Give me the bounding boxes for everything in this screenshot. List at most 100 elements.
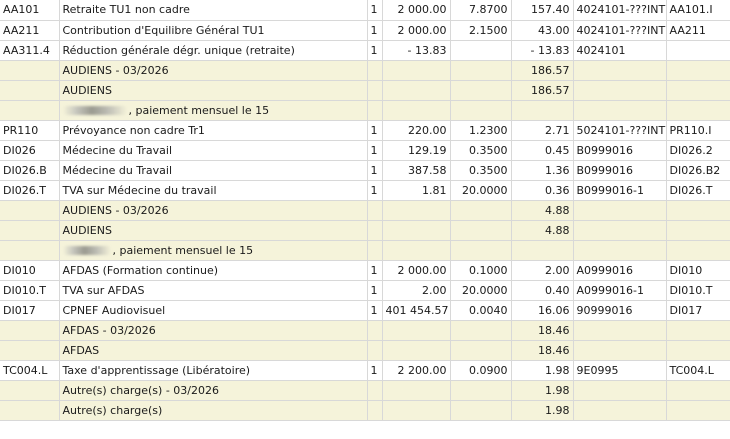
qty-cell: 1 xyxy=(367,280,383,301)
account-cell: 4024101-???INT xyxy=(573,0,667,21)
code-cell: DI026 xyxy=(0,140,60,161)
account-cell: B0999016 xyxy=(573,160,667,181)
ref-cell: DI010.T xyxy=(666,280,730,301)
qty-cell xyxy=(367,380,383,401)
label-cell: Prévoyance non cadre Tr1 xyxy=(59,120,368,141)
label-cell: Médecine du Travail xyxy=(59,140,368,161)
ref-cell xyxy=(666,380,730,401)
qty-cell: 1 xyxy=(367,180,383,201)
empty-cell xyxy=(573,100,667,121)
redacted-name xyxy=(62,246,111,255)
label-cell: CPNEF Audiovisuel xyxy=(59,300,368,321)
account-cell: 4024101 xyxy=(573,40,667,61)
charge-row[interactable]: AA101 Retraite TU1 non cadre 1 2 000.00 7.87… xyxy=(0,0,730,21)
account-cell: 9E0995 xyxy=(573,360,667,381)
charge-row[interactable]: TC004.L Taxe d'apprentissage (Libératoire… xyxy=(0,360,730,381)
ref-cell: DI017 xyxy=(666,300,730,321)
qty-cell xyxy=(367,200,383,221)
ref-cell: TC004.L xyxy=(666,360,730,381)
code-cell xyxy=(0,380,60,401)
amount-cell: 1.98 xyxy=(511,400,574,421)
charge-row[interactable]: DI017 CPNEF Audiovisuel 1 401 454.57 0.0040 1… xyxy=(0,300,730,321)
ref-cell xyxy=(666,200,730,221)
base-cell: 387.58 xyxy=(382,160,451,181)
amount-cell: 157.40 xyxy=(511,0,574,21)
qty-cell xyxy=(367,400,383,421)
amount-cell: 0.36 xyxy=(511,180,574,201)
rate-cell: 7.8700 xyxy=(450,0,512,21)
ref-cell: PR110.I xyxy=(666,120,730,141)
subtotal-row[interactable]: AUDIENS - 03/2026 4.88 xyxy=(0,200,730,221)
rate-cell xyxy=(450,340,512,361)
label-cell: AFDAS (Formation continue) xyxy=(59,260,368,281)
base-cell xyxy=(382,400,451,421)
empty-cell xyxy=(666,100,730,121)
rate-cell xyxy=(450,60,512,81)
qty-cell: 1 xyxy=(367,160,383,181)
ref-cell xyxy=(666,400,730,421)
empty-cell xyxy=(367,240,383,261)
code-cell xyxy=(0,60,60,81)
label-cell: TVA sur Médecine du travail xyxy=(59,180,368,201)
code-cell: TC004.L xyxy=(0,360,60,381)
qty-cell: 1 xyxy=(367,40,383,61)
account-cell xyxy=(573,400,667,421)
base-cell: 2 000.00 xyxy=(382,0,451,21)
account-cell: 5024101-???INT xyxy=(573,120,667,141)
empty-cell xyxy=(511,100,574,121)
account-cell xyxy=(573,220,667,241)
charges-table: AA101 Retraite TU1 non cadre 1 2 000.00 7.87… xyxy=(0,0,730,421)
ref-cell: AA101.I xyxy=(666,0,730,21)
rate-cell: 0.1000 xyxy=(450,260,512,281)
charge-row[interactable]: PR110 Prévoyance non cadre Tr1 1 220.00 1.23… xyxy=(0,120,730,141)
charge-row[interactable]: AA211 Contribution d'Equilibre Général TU… xyxy=(0,20,730,41)
subtotal-row[interactable]: AFDAS 18.46 xyxy=(0,340,730,361)
base-cell: 220.00 xyxy=(382,120,451,141)
rate-cell xyxy=(450,400,512,421)
payment-note-row[interactable]: , paiement mensuel le 15 xyxy=(0,100,730,121)
subtotal-row[interactable]: AUDIENS 4.88 xyxy=(0,220,730,241)
code-cell xyxy=(0,220,60,241)
base-cell xyxy=(382,320,451,341)
code-cell: DI026.B xyxy=(0,160,60,181)
empty-cell xyxy=(511,240,574,261)
base-cell: 2.00 xyxy=(382,280,451,301)
account-cell xyxy=(573,80,667,101)
charge-row[interactable]: AA311.4 Réduction générale dégr. unique (… xyxy=(0,40,730,61)
ref-cell xyxy=(666,320,730,341)
payment-note-row[interactable]: , paiement mensuel le 15 xyxy=(0,240,730,261)
rate-cell: 2.1500 xyxy=(450,20,512,41)
account-cell: A0999016 xyxy=(573,260,667,281)
base-cell: 2 000.00 xyxy=(382,260,451,281)
charge-row[interactable]: DI026.T TVA sur Médecine du travail 1 1.81 2… xyxy=(0,180,730,201)
label-cell: Autre(s) charge(s) - 03/2026 xyxy=(59,380,368,401)
qty-cell: 1 xyxy=(367,120,383,141)
charge-row[interactable]: DI026 Médecine du Travail 1 129.19 0.3500 0.4… xyxy=(0,140,730,161)
amount-cell: - 13.83 xyxy=(511,40,574,61)
empty-cell xyxy=(382,240,451,261)
rate-cell xyxy=(450,80,512,101)
ref-cell xyxy=(666,40,730,61)
base-cell xyxy=(382,80,451,101)
subtotal-row[interactable]: Autre(s) charge(s) - 03/2026 1.98 xyxy=(0,380,730,401)
charge-row[interactable]: DI010.T TVA sur AFDAS 1 2.00 20.0000 0.40 A099… xyxy=(0,280,730,301)
charge-row[interactable]: DI026.B Médecine du Travail 1 387.58 0.3500 1… xyxy=(0,160,730,181)
label-cell: Contribution d'Equilibre Général TU1 xyxy=(59,20,368,41)
qty-cell xyxy=(367,60,383,81)
base-cell: - 13.83 xyxy=(382,40,451,61)
amount-cell: 4.88 xyxy=(511,200,574,221)
charge-row[interactable]: DI010 AFDAS (Formation continue) 1 2 000.00… xyxy=(0,260,730,281)
code-cell: DI010 xyxy=(0,260,60,281)
subtotal-row[interactable]: Autre(s) charge(s) 1.98 xyxy=(0,400,730,421)
base-cell xyxy=(382,380,451,401)
account-cell: 90999016 xyxy=(573,300,667,321)
ref-cell xyxy=(666,220,730,241)
ref-cell: DI026.2 xyxy=(666,140,730,161)
subtotal-row[interactable]: AUDIENS - 03/2026 186.57 xyxy=(0,60,730,81)
subtotal-row[interactable]: AUDIENS 186.57 xyxy=(0,80,730,101)
code-cell xyxy=(0,400,60,421)
rate-cell xyxy=(450,220,512,241)
subtotal-row[interactable]: AFDAS - 03/2026 18.46 xyxy=(0,320,730,341)
ref-cell: DI026.B2 xyxy=(666,160,730,181)
amount-cell: 2.71 xyxy=(511,120,574,141)
